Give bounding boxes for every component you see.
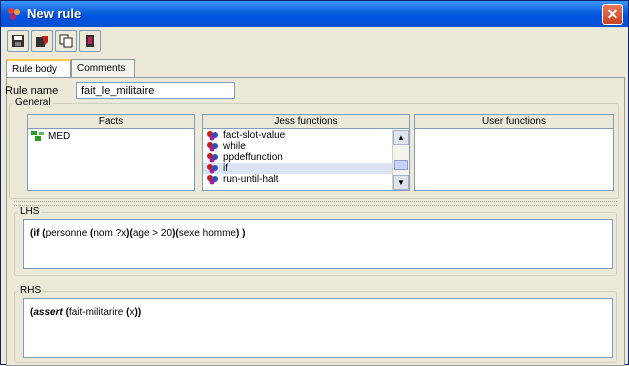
list-item[interactable]: ppdeffunction: [203, 152, 409, 163]
close-button[interactable]: ✕: [602, 4, 623, 25]
save-icon: [12, 35, 24, 47]
list-item[interactable]: fact-slot-value: [203, 130, 409, 141]
edit-button[interactable]: [31, 30, 53, 52]
jess-functions-panel: Jess functions fact-slot-value while ppd…: [202, 114, 410, 191]
list-item-label: MED: [48, 131, 71, 142]
window-title: New rule: [27, 6, 82, 21]
rhs-editor[interactable]: (assert (fait-militarire (x)): [23, 298, 613, 358]
facts-list: MED: [28, 129, 194, 142]
splitter[interactable]: [14, 201, 617, 206]
fact-icon: [31, 131, 44, 141]
list-item[interactable]: MED: [28, 131, 194, 142]
rule-name-label: Rule name: [5, 85, 59, 97]
edit-icon: [36, 36, 48, 47]
jess-functions-scrollbar[interactable]: ▲ ▼: [392, 130, 409, 190]
save-button[interactable]: [7, 30, 29, 52]
user-functions-header[interactable]: User functions: [415, 115, 613, 129]
rhs-label: RHS: [18, 285, 44, 296]
list-item-label: while: [223, 141, 246, 152]
title-bar[interactable]: New rule ✕: [1, 1, 628, 27]
list-item-selected[interactable]: if: [203, 163, 409, 174]
close-icon: ✕: [606, 6, 619, 22]
list-item-label: fact-slot-value: [223, 130, 286, 141]
copy-icon: [59, 34, 73, 48]
scroll-thumb[interactable]: [394, 160, 408, 170]
scroll-up-icon[interactable]: ▲: [393, 130, 409, 145]
list-item-label: ppdeffunction: [223, 152, 283, 163]
function-icon: [207, 131, 218, 141]
function-icon: [207, 175, 218, 185]
app-icon: [8, 8, 20, 20]
tab-rule-body[interactable]: Rule body: [6, 59, 71, 78]
general-label: General: [13, 97, 53, 108]
list-item[interactable]: while: [203, 141, 409, 152]
rule-name-input[interactable]: [76, 82, 235, 99]
user-functions-panel: User functions: [414, 114, 614, 191]
function-icon: [207, 142, 218, 152]
lhs-label: LHS: [18, 206, 42, 217]
lhs-editor[interactable]: (if (personne (nom ?x)(age > 20)(sexe ho…: [23, 219, 613, 269]
book-button[interactable]: [79, 30, 101, 52]
rule-window: New rule ✕ Rule body Comments Rule name …: [0, 0, 629, 366]
function-icon: [207, 164, 218, 174]
list-item-label: if: [223, 163, 228, 174]
copy-button[interactable]: [55, 30, 77, 52]
jess-functions-list: fact-slot-value while ppdeffunction if r…: [203, 129, 409, 185]
book-icon: [86, 35, 94, 47]
function-icon: [207, 153, 218, 163]
list-item-label: run-until-halt: [223, 174, 279, 185]
scroll-down-icon[interactable]: ▼: [393, 175, 409, 190]
list-item[interactable]: run-until-halt: [203, 174, 409, 185]
tab-comments[interactable]: Comments: [71, 59, 135, 77]
facts-panel: Facts MED: [27, 114, 195, 191]
facts-header[interactable]: Facts: [28, 115, 194, 129]
jess-functions-header[interactable]: Jess functions: [203, 115, 409, 129]
